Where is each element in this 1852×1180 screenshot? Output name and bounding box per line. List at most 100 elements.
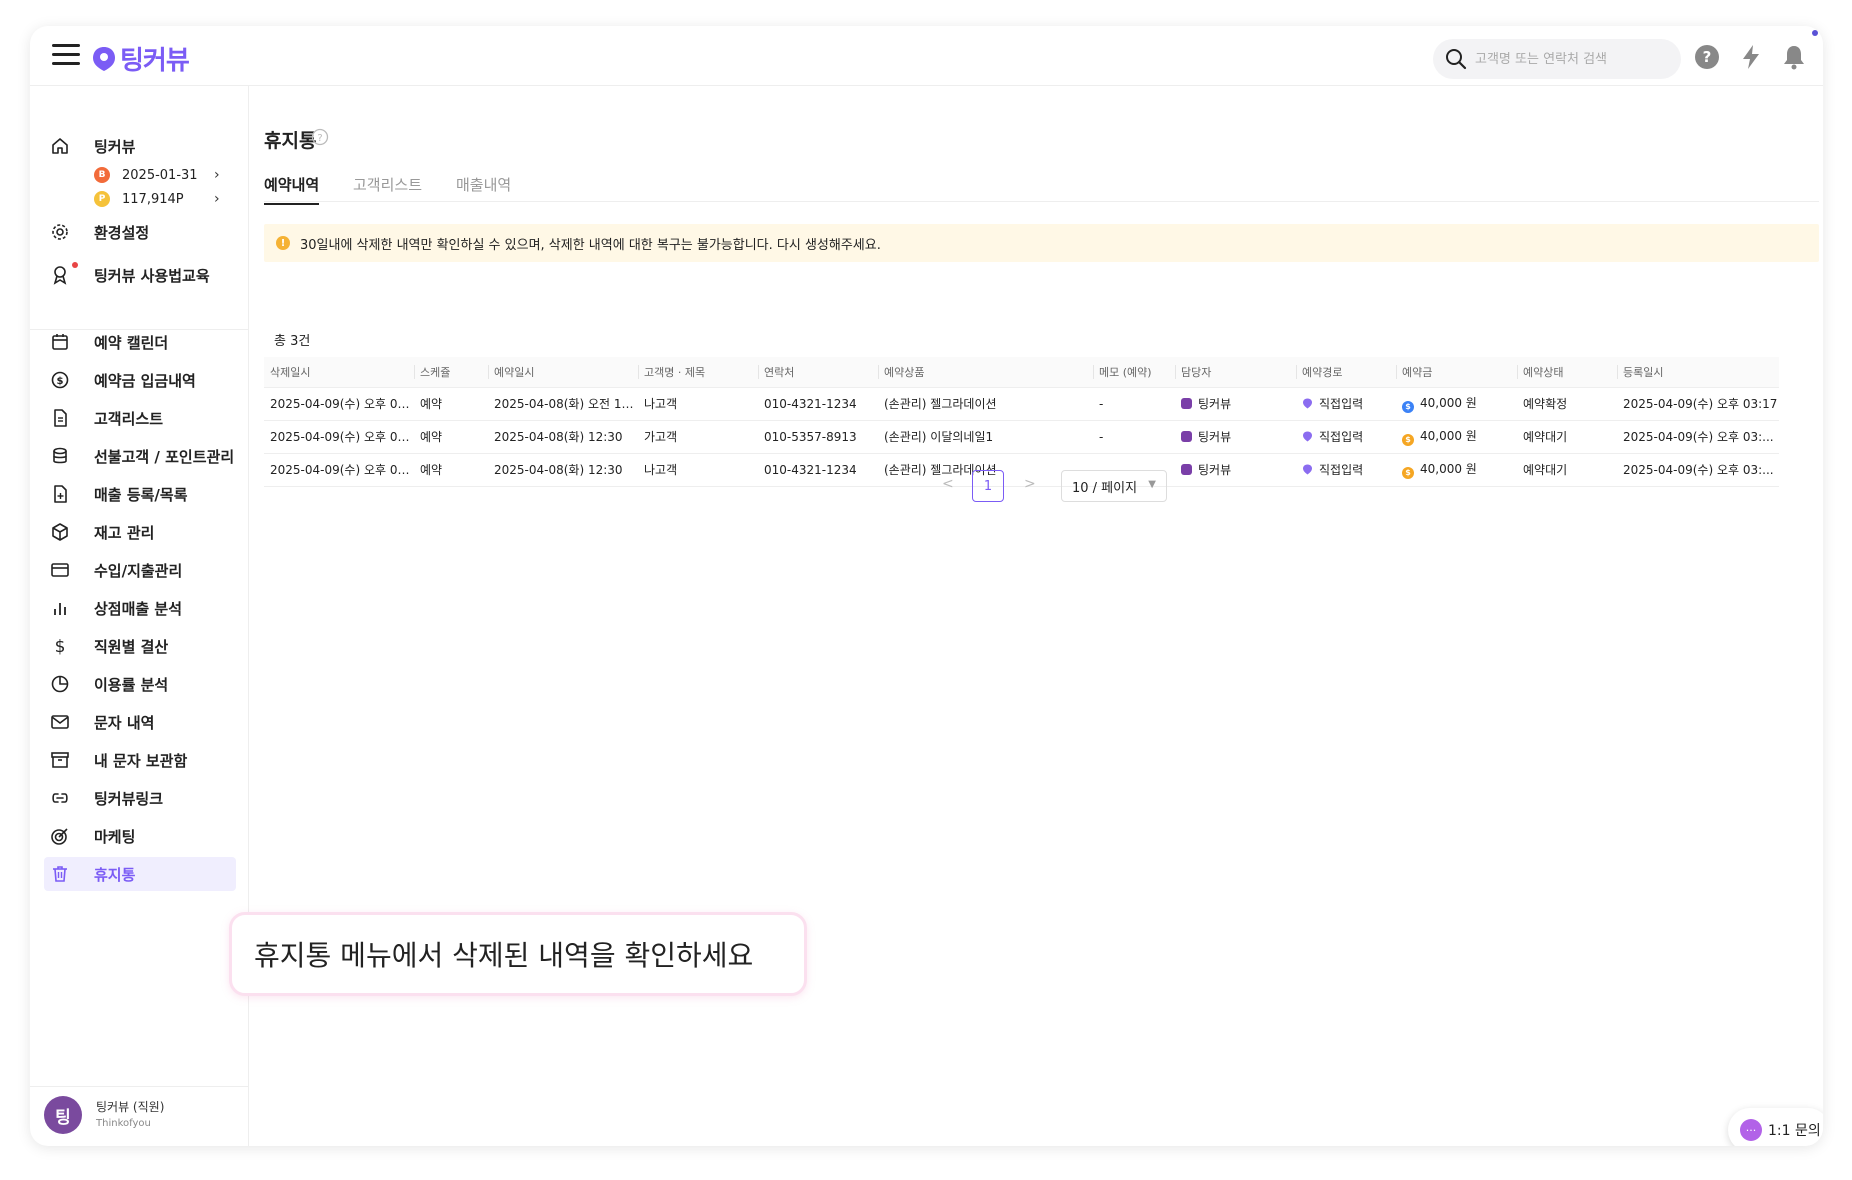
col-status[interactable]: 예약상태 <box>1517 357 1617 388</box>
sidebar-item-marketing[interactable]: 마케팅 <box>44 819 236 853</box>
deposit-coin-icon: $ <box>1402 401 1414 413</box>
col-registered-at[interactable]: 등록일시 <box>1617 357 1779 388</box>
sidebar-item-customers[interactable]: 고객리스트 <box>44 401 236 435</box>
cell-registered-at: 2025-04-09(수) 오후 03:17 <box>1617 387 1779 421</box>
staff-name: 팅커뷰 <box>1198 430 1232 444</box>
sidebar-item-label: 이용률 분석 <box>94 675 169 694</box>
subscription-badge: B <box>94 167 110 183</box>
total-count: 총 3건 <box>274 334 311 349</box>
sidebar-item-calendar[interactable]: 예약 캘린더 <box>44 325 236 359</box>
col-memo[interactable]: 메모 (예약) <box>1093 357 1175 388</box>
tab-reservations[interactable]: 예약내역 <box>264 174 320 205</box>
sidebar-item-label: 재고 관리 <box>94 523 155 542</box>
sidebar-divider <box>30 329 249 330</box>
chevron-right-icon: › <box>214 191 220 207</box>
inquiry-button[interactable]: ··· 1:1 문의 <box>1728 1108 1823 1146</box>
inquiry-label: 1:1 문의 <box>1768 1123 1821 1139</box>
search-icon <box>1446 49 1467 70</box>
search-box[interactable] <box>1433 39 1681 79</box>
sidebar-divider <box>30 1086 249 1087</box>
search-input[interactable] <box>1475 51 1675 67</box>
cell-route: 직접입력 <box>1296 420 1396 454</box>
home-icon <box>49 135 71 157</box>
route-pin-icon <box>1303 398 1312 409</box>
col-reserved-at[interactable]: 예약일시 <box>488 357 638 388</box>
mail-icon <box>49 711 71 733</box>
sidebar-item-trash[interactable]: 휴지통 <box>44 857 236 891</box>
user-profile[interactable]: 팅 팅커뷰 (직원) Thinkofyou <box>44 1096 164 1134</box>
sidebar-item-messages[interactable]: 문자 내역 <box>44 705 236 739</box>
cell-registered-at: 2025-04-09(수) 오후 03:... <box>1617 420 1779 454</box>
page-size-select[interactable]: 10 / 페이지 ▼ <box>1061 470 1167 502</box>
staff-name: 팅커뷰 <box>1198 397 1232 411</box>
col-staff[interactable]: 담당자 <box>1175 357 1296 388</box>
tab-bar: 예약내역 고객리스트 매출내역 <box>264 168 1819 205</box>
cell-route: 직접입력 <box>1296 387 1396 421</box>
col-product[interactable]: 예약상품 <box>878 357 1093 388</box>
col-route[interactable]: 예약경로 <box>1296 357 1396 388</box>
warning-icon: ! <box>276 236 290 250</box>
bell-icon[interactable] <box>1780 43 1808 71</box>
subscription-date: 2025-01-31 <box>122 167 198 183</box>
link-icon <box>49 787 71 809</box>
staff-color-icon <box>1181 431 1192 442</box>
cell-customer: 가고객 <box>638 420 758 454</box>
credit-card-icon <box>49 559 71 581</box>
page-1-button[interactable]: 1 <box>972 470 1004 502</box>
database-icon <box>49 445 71 467</box>
prev-page-button[interactable]: < <box>942 476 954 492</box>
points-badge: P <box>94 191 110 207</box>
chat-bubble-icon: ··· <box>1740 1119 1762 1141</box>
help-icon[interactable]: ? <box>1693 43 1721 71</box>
next-page-button[interactable]: > <box>1024 476 1036 492</box>
deposit-amount: 40,000 원 <box>1420 429 1477 443</box>
gear-icon <box>49 221 71 243</box>
points-row[interactable]: P 117,914P › <box>94 188 220 210</box>
table-row[interactable]: 2025-04-09(수) 오후 03:21 예약 2025-04-08(화) … <box>264 387 1779 421</box>
sidebar-item-home[interactable]: 팅커뷰 <box>44 129 236 163</box>
col-deleted-at[interactable]: 삭제일시 <box>264 357 414 388</box>
sidebar-item-store-sales[interactable]: 상점매출 분석 <box>44 591 236 625</box>
svg-text:$: $ <box>55 637 66 656</box>
page-size-value: 10 / 페이지 <box>1072 480 1138 496</box>
svg-text:?: ? <box>1703 48 1712 66</box>
trash-icon <box>49 863 71 885</box>
logo[interactable]: 팅커뷰 <box>92 40 190 77</box>
menu-icon[interactable] <box>52 44 80 66</box>
sidebar-item-inventory[interactable]: 재고 관리 <box>44 515 236 549</box>
table-row[interactable]: 2025-04-09(수) 오후 03:... 예약 2025-04-08(화)… <box>264 420 1779 454</box>
help-circle-icon[interactable]: ? <box>311 128 329 146</box>
lightning-icon[interactable] <box>1737 43 1765 71</box>
sidebar-item-sales[interactable]: 매출 등록/목록 <box>44 477 236 511</box>
col-phone[interactable]: 연락처 <box>758 357 878 388</box>
sidebar-item-link[interactable]: 팅커뷰링크 <box>44 781 236 815</box>
subscription-row[interactable]: B 2025-01-31 › <box>94 164 220 186</box>
sidebar-item-prepaid[interactable]: 선불고객 / 포인트관리 <box>44 439 236 473</box>
sidebar-item-label: 직원별 결산 <box>94 637 169 656</box>
points-value: 117,914P <box>122 191 184 207</box>
cell-deposit: $40,000 원 <box>1396 387 1517 421</box>
col-deposit[interactable]: 예약금 <box>1396 357 1517 388</box>
sidebar-item-settings[interactable]: 환경설정 <box>44 215 236 249</box>
deleted-reservations-table: 삭제일시 스케쥴 예약일시 고객명 · 제목 연락처 예약상품 메모 (예약) … <box>264 357 1779 487</box>
notice-banner: ! 30일내에 삭제한 내역만 확인하실 수 있으며, 삭제한 내역에 대한 복… <box>264 224 1819 262</box>
sidebar-item-deposit[interactable]: $ 예약금 입금내역 <box>44 363 236 397</box>
col-schedule[interactable]: 스케쥴 <box>414 357 488 388</box>
cell-schedule: 예약 <box>414 420 488 454</box>
staff-color-icon <box>1181 398 1192 409</box>
avatar: 팅 <box>44 1096 82 1134</box>
sidebar-item-label: 마케팅 <box>94 827 136 846</box>
profile-name: 팅커뷰 (직원) <box>96 1100 165 1114</box>
tab-sales[interactable]: 매출내역 <box>456 174 511 203</box>
top-header: 팅커뷰 ? <box>30 26 1823 86</box>
logo-text: 팅커뷰 <box>120 46 190 76</box>
sidebar-item-staff-settlement[interactable]: $ 직원별 결산 <box>44 629 236 663</box>
sidebar-item-income[interactable]: 수입/지출관리 <box>44 553 236 587</box>
sidebar-item-usage[interactable]: 이용률 분석 <box>44 667 236 701</box>
cell-phone: 010-5357-8913 <box>758 420 878 454</box>
col-customer[interactable]: 고객명 · 제목 <box>638 357 758 388</box>
sidebar-item-message-box[interactable]: 내 문자 보관함 <box>44 743 236 777</box>
cell-customer: 나고객 <box>638 387 758 421</box>
cell-product: (손관리) 이달의네일1 <box>878 420 1093 454</box>
tab-customers[interactable]: 고객리스트 <box>353 174 422 203</box>
